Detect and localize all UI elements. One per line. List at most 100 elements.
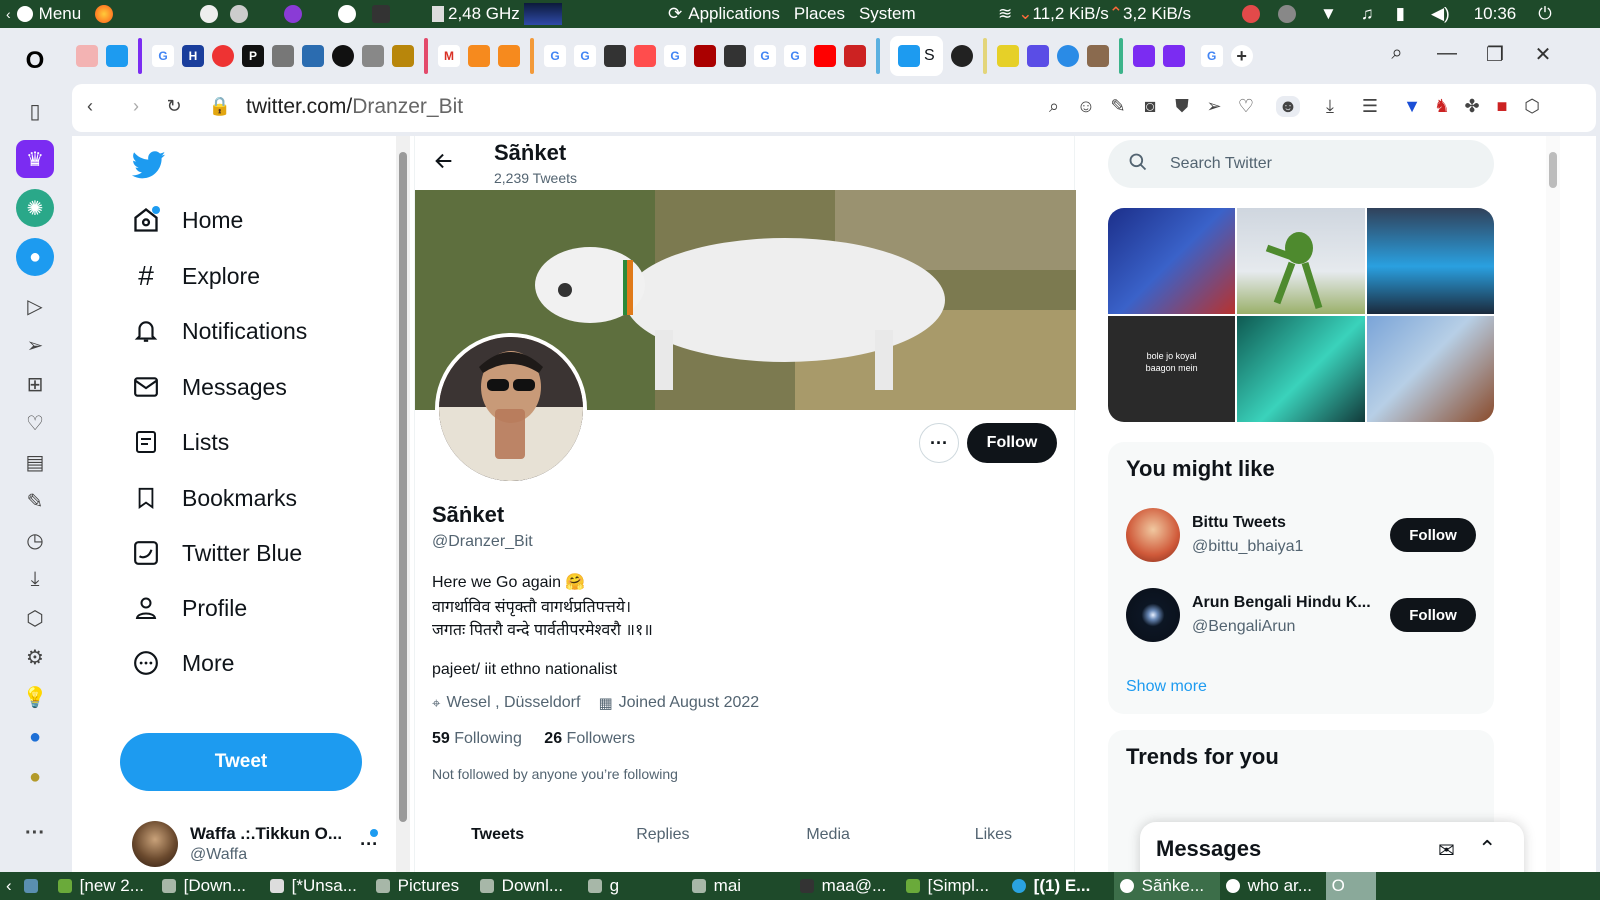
back-arrow-icon[interactable] <box>433 150 455 178</box>
taskbar-item[interactable]: [new 2... <box>52 872 156 900</box>
tab-favicon[interactable] <box>1056 45 1079 67</box>
account-switcher[interactable]: Waffa .:.Tikkun O... @Waffa ··· <box>132 821 378 867</box>
taskbar-item[interactable]: who ar... <box>1220 872 1326 900</box>
tab-favicon[interactable] <box>332 45 354 67</box>
show-more-link[interactable]: Show more <box>1126 678 1207 696</box>
puzzle-icon[interactable]: ✤ <box>1460 96 1484 117</box>
forward-arrow-icon[interactable]: › <box>124 96 148 117</box>
nav-scrollbar[interactable] <box>396 136 410 872</box>
zoom-icon[interactable]: ⌕ <box>1042 96 1066 117</box>
edit-icon[interactable]: ✎ <box>16 482 54 520</box>
tab-twitter-favicon[interactable] <box>106 45 128 67</box>
nav-explore[interactable]: # Explore <box>132 256 260 296</box>
chat-bubble-icon[interactable]: ● <box>16 718 54 756</box>
tab-favicon[interactable]: P <box>242 45 264 67</box>
app-icon[interactable] <box>284 5 302 23</box>
profile-icon[interactable]: ☻ <box>1276 96 1300 117</box>
tray-icon[interactable] <box>1278 5 1296 23</box>
news-icon[interactable]: ▤ <box>16 443 54 481</box>
nav-notifications[interactable]: Notifications <box>132 311 307 351</box>
profile-avatar[interactable] <box>435 333 587 485</box>
tab-favicon[interactable]: H <box>182 45 204 67</box>
tab-favicon[interactable] <box>392 45 414 67</box>
bell-icon[interactable]: ♫ <box>1361 4 1374 24</box>
twitter-icon[interactable]: ● <box>16 238 54 276</box>
chatgpt-icon[interactable]: ✺ <box>16 189 54 227</box>
tab-favicon[interactable] <box>468 45 490 67</box>
heart-icon[interactable]: ♡ <box>1234 96 1258 117</box>
taskbar-item[interactable]: [(1) E... <box>1006 872 1114 900</box>
coin-icon[interactable]: ● <box>16 758 54 796</box>
tab-gmail-favicon[interactable]: M <box>438 45 460 67</box>
suggestion-row[interactable]: Arun Bengali Hindu K... @BengaliArun Fol… <box>1126 588 1476 648</box>
tab-favicon[interactable] <box>996 45 1019 67</box>
taskbar-item[interactable]: [*Unsa... <box>264 872 370 900</box>
tab-favicon[interactable] <box>272 45 294 67</box>
launcher-icon[interactable] <box>200 5 218 23</box>
places-menu[interactable]: Places <box>794 4 845 24</box>
tab-google-favicon[interactable]: G <box>784 45 806 67</box>
crown-icon[interactable]: ♛ <box>16 140 54 178</box>
taskbar-item[interactable]: maa@... <box>794 872 900 900</box>
edit-icon[interactable]: ✎ <box>1106 96 1130 117</box>
tab-mail-favicon[interactable] <box>1132 45 1155 67</box>
tab-google-favicon[interactable]: G <box>544 45 566 67</box>
media-thumbnail[interactable]: bole jo koyal baagon mein <box>1108 316 1236 422</box>
show-desktop-button[interactable] <box>18 872 52 900</box>
apps-grid-icon[interactable]: ⊞ <box>16 365 54 403</box>
tab-active-twitter[interactable]: S <box>890 36 943 76</box>
taskbar-item[interactable]: [Down... <box>156 872 264 900</box>
taskbar-item[interactable]: Pictures <box>370 872 474 900</box>
extension-icon[interactable]: ▼ <box>1400 96 1424 117</box>
new-tab-plus-icon[interactable]: + <box>1230 45 1253 67</box>
media-thumbnail[interactable] <box>1237 208 1365 314</box>
tab-google-favicon[interactable]: G <box>574 45 596 67</box>
nav-lists[interactable]: Lists <box>132 422 229 462</box>
workspace-switcher[interactable]: O <box>1325 872 1376 900</box>
nav-home[interactable]: Home <box>132 200 243 240</box>
follow-button[interactable]: Follow <box>967 423 1057 463</box>
followers-link[interactable]: 26 Followers <box>544 730 635 747</box>
power-icon[interactable]: ⏻ <box>1538 4 1551 24</box>
download-icon[interactable]: ⤓ <box>1318 96 1342 117</box>
tab-google-favicon[interactable]: G <box>754 45 776 67</box>
battery-icon[interactable]: ▮ <box>1396 4 1405 24</box>
nav-messages[interactable]: Messages <box>132 367 287 407</box>
search-tabs-icon[interactable]: ⌕ <box>1384 42 1410 65</box>
extension-icon[interactable]: ♞ <box>1430 96 1454 117</box>
volume-icon[interactable]: ◀) <box>1431 4 1450 24</box>
tab-favicon[interactable] <box>1086 45 1109 67</box>
taskbar-item-active[interactable]: Sãṅke... <box>1113 872 1220 900</box>
extension-icon[interactable]: ■ <box>1490 96 1514 117</box>
opera-icon[interactable] <box>338 5 356 23</box>
media-thumbnail[interactable] <box>1366 316 1494 422</box>
tab-replies[interactable]: Replies <box>580 814 745 864</box>
page-scrollbar[interactable] <box>1546 136 1560 872</box>
suggestion-row[interactable]: Bittu Tweets @bittu_bhaiya1 Follow <box>1126 508 1476 568</box>
os-menu-button[interactable]: ‹ Menu <box>6 0 119 28</box>
cube-icon[interactable]: ⬡ <box>16 599 54 637</box>
restore-icon[interactable]: ❐ <box>1482 42 1508 67</box>
search-input[interactable] <box>1170 155 1470 173</box>
more-options-button[interactable]: ··· <box>919 423 959 463</box>
heart-icon[interactable]: ♡ <box>16 404 54 442</box>
reload-icon[interactable]: ↻ <box>162 96 186 117</box>
taskbar-item[interactable]: Downl... <box>474 872 582 900</box>
tab-favicon[interactable] <box>302 45 324 67</box>
camera-icon[interactable]: ◙ <box>1138 96 1162 117</box>
media-thumbnail[interactable] <box>1366 208 1494 314</box>
chevron-left-icon[interactable]: ‹ <box>0 872 18 900</box>
minimize-icon[interactable]: — <box>1434 42 1460 65</box>
book-icon[interactable]: ▯ <box>16 92 54 130</box>
new-message-icon[interactable]: ✉ <box>1438 838 1455 863</box>
tab-favicon[interactable] <box>694 45 716 67</box>
tab-youtube-favicon[interactable] <box>814 45 836 67</box>
following-link[interactable]: 59 Following <box>432 730 522 747</box>
scrollbar-thumb[interactable] <box>1549 152 1557 188</box>
close-icon[interactable]: ✕ <box>1530 42 1556 67</box>
tab-chatgpt-favicon[interactable] <box>950 45 973 67</box>
media-thumbnail[interactable] <box>1237 316 1365 422</box>
messages-drawer[interactable]: Messages ✉ ⌃ <box>1140 822 1524 872</box>
tab-favicon[interactable] <box>634 45 656 67</box>
nav-profile[interactable]: Profile <box>132 588 247 628</box>
